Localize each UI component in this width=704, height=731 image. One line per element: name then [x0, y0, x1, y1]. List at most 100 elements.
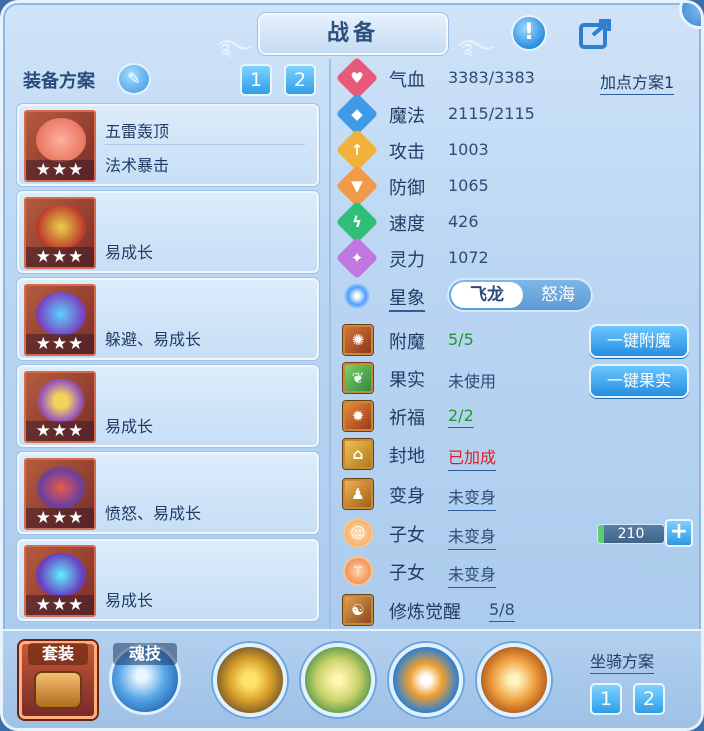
one-click-enchant-button[interactable]: 一键附魔 — [589, 324, 689, 358]
exclamation-icon: ! — [523, 20, 535, 45]
skill-orb-burst-icon[interactable] — [477, 643, 551, 717]
stat-spirit-label: 灵力 — [389, 250, 425, 271]
sparkle-icon: ✦ — [350, 249, 364, 267]
star-rating: ★★★ — [26, 160, 94, 180]
skill-orb-bee-icon[interactable] — [213, 643, 287, 717]
child-progress-value: 210 — [617, 526, 645, 542]
toggle-option-nuhai[interactable]: 怒海 — [525, 282, 591, 308]
set-label: 套装 — [28, 643, 88, 665]
star-sign-icon — [343, 282, 371, 310]
equip-slot-helmet[interactable]: ★★★ 易成长 — [17, 191, 319, 273]
stat-hp-label: 气血 — [389, 70, 425, 91]
star-rating: ★★★ — [26, 421, 94, 441]
necklace-icon: ★★★ — [24, 371, 96, 443]
star-rating: ★★★ — [26, 334, 94, 354]
point-plan-link[interactable]: 加点方案1 — [600, 69, 675, 95]
equip-trait: 愤怒、易成长 — [105, 504, 202, 523]
enchant-label: 附魔 — [389, 332, 425, 353]
one-click-fruit-button[interactable]: 一键果实 — [589, 364, 689, 398]
mount-plan-title: 坐骑方案 — [590, 648, 655, 674]
stat-mp-label: 魔法 — [389, 106, 425, 127]
star-rating: ★★★ — [26, 247, 94, 267]
skill-orb-light-icon[interactable] — [301, 643, 375, 717]
fruit-value: 未使用 — [448, 372, 497, 391]
equip-trait: 躲避、易成长 — [105, 330, 202, 349]
equip-plan-2-button[interactable]: 2 — [284, 64, 316, 96]
mount-plan-1-button[interactable]: 1 — [590, 683, 622, 715]
fief-value[interactable]: 已加成 — [448, 444, 497, 471]
toggle-option-feilong[interactable]: 飞龙 — [451, 282, 523, 308]
share-button[interactable] — [577, 15, 617, 51]
equip-slot-boots[interactable]: ★★★ 易成长 — [17, 539, 319, 621]
star-sign-toggle[interactable]: 飞龙 怒海 — [447, 278, 593, 312]
stat-mp-value: 2115/2115 — [448, 104, 535, 123]
fief-label: 封地 — [389, 446, 425, 467]
child-progress-fill — [598, 525, 604, 543]
equip-trait: 易成长 — [105, 591, 154, 610]
child-progress-bar: 210 — [597, 524, 665, 544]
transform-value[interactable]: 未变身 — [448, 484, 497, 511]
equip-trait: 易成长 — [105, 243, 154, 262]
stat-spirit-value: 1072 — [448, 248, 489, 267]
page-title: 战备 — [258, 13, 448, 55]
share-icon — [579, 19, 611, 49]
equip-effect: 五雷轰顶 — [105, 122, 170, 141]
fief-icon: ⌂ — [343, 439, 373, 469]
weapon-icon: ★★★ — [24, 110, 96, 182]
equip-slot-necklace[interactable]: ★★★ 易成长 — [17, 365, 319, 447]
stat-attack-value: 1003 — [448, 140, 489, 159]
helmet-icon: ★★★ — [24, 197, 96, 269]
battle-prep-panel: ࿐ 战备 ࿐ ! 装备方案 ✎ 1 2 ★★★ 五雷轰顶 法术暴击 ★★★ 易成… — [0, 0, 704, 731]
equip-plan-title: 装备方案 — [23, 71, 95, 92]
soul-skill-label: 魂技 — [113, 643, 177, 665]
blessing-value[interactable]: 2/2 — [448, 406, 474, 428]
equip-plan-1-button[interactable]: 1 — [240, 64, 272, 96]
pencil-icon: ✎ — [127, 69, 141, 88]
heart-icon: ♥ — [350, 69, 364, 87]
plus-icon: + — [669, 519, 689, 544]
mount-plan-2-button[interactable]: 2 — [633, 683, 665, 715]
cultivation-icon: ☯ — [343, 595, 373, 625]
shield-icon: ▼ — [351, 177, 363, 195]
add-button[interactable]: + — [665, 519, 693, 547]
equip-divider — [105, 144, 305, 145]
stat-speed-value: 426 — [448, 212, 479, 231]
skill-orb-wave-icon[interactable] — [389, 643, 463, 717]
enchant-icon: ✺ — [343, 325, 373, 355]
child-1-label: 子女 — [389, 525, 425, 546]
belt-icon: ★★★ — [24, 458, 96, 530]
sword-icon: ↑ — [350, 141, 364, 159]
star-rating: ★★★ — [26, 508, 94, 528]
child-2-label: 子女 — [389, 563, 425, 584]
child-1-value[interactable]: 未变身 — [448, 523, 497, 550]
cultivation-label: 修炼觉醒 — [389, 602, 461, 623]
blessing-icon: ✹ — [343, 401, 373, 431]
equip-trait: 易成长 — [105, 417, 154, 436]
armor-icon: ★★★ — [24, 284, 96, 356]
equip-slot-weapon[interactable]: ★★★ 五雷轰顶 法术暴击 — [17, 104, 319, 186]
fruit-label: 果实 — [389, 370, 425, 391]
blessing-label: 祈福 — [389, 408, 425, 429]
stat-defense-value: 1065 — [448, 176, 489, 195]
child-1-icon: ☺ — [343, 518, 373, 548]
star-sign-label[interactable]: 星象 — [389, 284, 425, 312]
transform-label: 变身 — [389, 486, 425, 507]
stat-hp-value: 3383/3383 — [448, 68, 535, 87]
child-2-icon: ⚚ — [343, 556, 373, 586]
equip-slot-armor[interactable]: ★★★ 躲避、易成长 — [17, 278, 319, 360]
chest-icon — [34, 671, 82, 709]
equip-slot-belt[interactable]: ★★★ 愤怒、易成长 — [17, 452, 319, 534]
enchant-value: 5/5 — [448, 330, 474, 349]
transform-icon: ♟ — [343, 479, 373, 509]
boots-icon: ★★★ — [24, 545, 96, 617]
stat-attack-label: 攻击 — [389, 142, 425, 163]
equip-trait: 法术暴击 — [105, 156, 170, 175]
child-2-value[interactable]: 未变身 — [448, 561, 497, 588]
star-rating: ★★★ — [26, 595, 94, 615]
cultivation-value[interactable]: 5/8 — [489, 600, 515, 622]
column-divider — [329, 59, 331, 629]
edit-plan-button[interactable]: ✎ — [117, 63, 151, 95]
corner-menu-button[interactable] — [679, 3, 701, 29]
help-button[interactable]: ! — [511, 15, 547, 51]
stat-speed-label: 速度 — [389, 214, 425, 235]
